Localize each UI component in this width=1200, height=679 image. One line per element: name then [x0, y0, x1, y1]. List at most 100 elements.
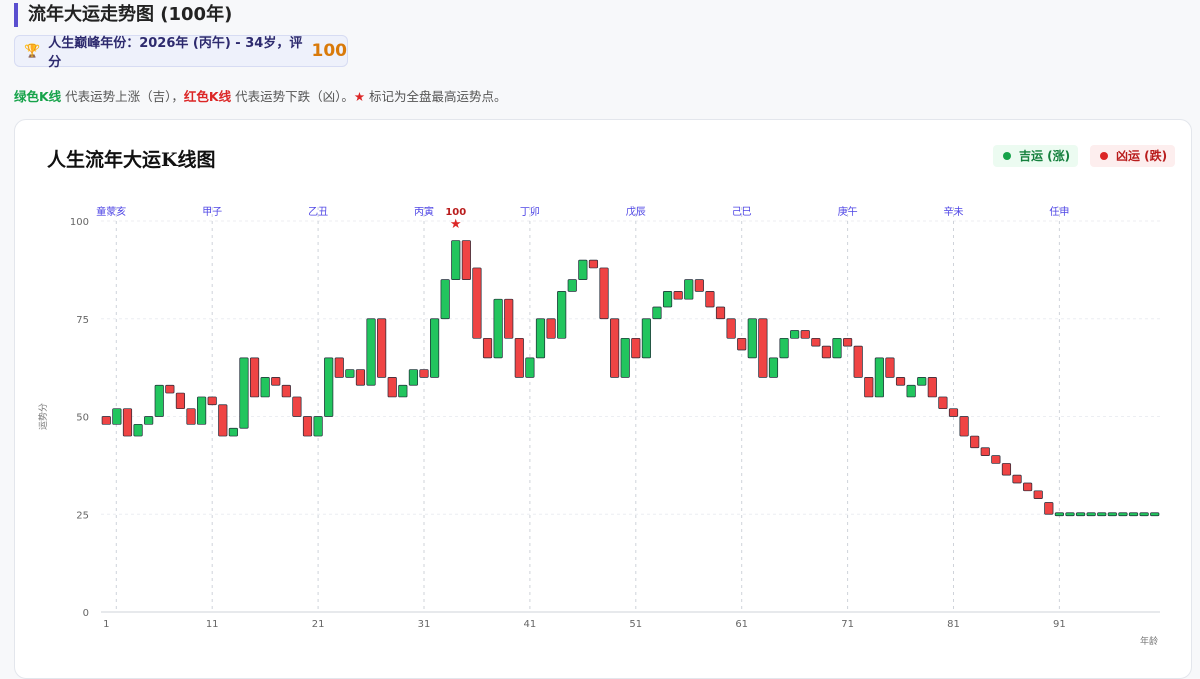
- candle-up: [1097, 512, 1107, 517]
- x-tick-label: 21: [312, 619, 325, 630]
- candle-down: [715, 306, 726, 320]
- candle-up: [408, 369, 418, 386]
- candle-up: [1065, 512, 1075, 517]
- dayun-label: 辛未: [943, 205, 963, 218]
- candle-down: [673, 291, 683, 300]
- candle-down: [1023, 482, 1033, 492]
- dayun-label: 任申: [1049, 205, 1069, 218]
- candle-down: [705, 291, 715, 308]
- dayun-label: 乙丑: [308, 206, 328, 218]
- candle-down: [461, 240, 471, 281]
- candle-down: [980, 447, 990, 456]
- candle-down: [482, 337, 493, 359]
- candle-down: [292, 396, 302, 417]
- candle-up: [1128, 512, 1139, 517]
- candle-up: [1107, 512, 1117, 517]
- candle-down: [514, 337, 524, 378]
- green-kline-label: 绿色K线: [14, 89, 62, 104]
- candle-up: [578, 259, 588, 281]
- star-icon: ★: [353, 89, 366, 104]
- candle-down: [885, 357, 895, 378]
- candle-up: [228, 427, 238, 437]
- candle-down: [165, 384, 175, 394]
- candle-down: [938, 396, 948, 410]
- candle-down: [927, 377, 937, 398]
- candle-down: [1001, 463, 1012, 476]
- y-tick-label: 75: [76, 315, 89, 326]
- dayun-label: 己巳: [732, 206, 752, 218]
- candle-down: [1044, 502, 1054, 515]
- candle-up: [144, 416, 154, 425]
- candle-up: [429, 318, 440, 378]
- dayun-label: 丁卯: [520, 206, 540, 218]
- dayun-label: 甲子: [202, 206, 222, 218]
- x-tick-label: 71: [841, 619, 854, 630]
- x-tick-label: 61: [735, 619, 748, 630]
- candle-up: [652, 306, 662, 320]
- candle-down: [599, 267, 609, 320]
- candle-down: [334, 357, 344, 378]
- candle-down: [948, 408, 959, 417]
- candle-up: [557, 291, 567, 339]
- candle-down: [101, 416, 111, 425]
- candle-down: [843, 337, 853, 347]
- dayun-label: 戊辰: [626, 206, 646, 218]
- candle-up: [535, 318, 546, 359]
- candle-down: [472, 267, 482, 339]
- candle-up: [197, 396, 207, 425]
- candle-up: [790, 330, 800, 339]
- star-text: 标记为全盘最高运势点。: [365, 89, 507, 104]
- x-tick-label: 11: [206, 619, 219, 630]
- candle-up: [1075, 512, 1086, 517]
- candle-up: [906, 384, 916, 398]
- peak-year-text: 人生巅峰年份：2026年 (丙午) - 34岁，评分: [48, 36, 303, 70]
- x-tick-label: 91: [1053, 619, 1066, 630]
- candle-down: [504, 298, 514, 339]
- candle-down: [1033, 490, 1043, 499]
- candle-up: [620, 337, 630, 378]
- candle-up: [567, 279, 577, 292]
- candle-up: [641, 318, 651, 359]
- candle-down: [122, 408, 133, 437]
- candle-up: [1118, 512, 1128, 517]
- candle-up: [525, 357, 535, 378]
- candle-up: [451, 240, 461, 281]
- candle-up: [112, 408, 122, 425]
- dayun-label: 童蒙亥: [96, 205, 126, 218]
- candle-down: [610, 318, 620, 378]
- candle-up: [239, 357, 249, 429]
- candle-down: [175, 392, 186, 410]
- candle-up: [313, 416, 323, 437]
- peak-star-icon: ★: [450, 217, 462, 232]
- chart-card: 人生流年大运K线图 吉运 (涨) 凶运 (跌) 0 25 50 75 100 童蒙亥 甲子乙…: [14, 119, 1192, 679]
- candle-up: [260, 377, 270, 398]
- candle-down: [355, 369, 366, 386]
- candle-down: [737, 337, 747, 351]
- candle-up: [366, 318, 376, 386]
- candle-down: [895, 377, 906, 386]
- candle-down: [959, 416, 969, 437]
- candle-down: [800, 330, 810, 339]
- candle-down: [249, 357, 260, 398]
- candle-down: [864, 377, 874, 398]
- page-title: 流年大运走势图 (100年): [14, 3, 232, 27]
- candle-up: [324, 357, 334, 417]
- candle-up: [345, 369, 355, 378]
- red-kline-text: 代表运势下跌（凶）。: [231, 89, 354, 104]
- y-tick-label: 100: [70, 217, 89, 228]
- candle-down: [588, 259, 599, 269]
- candle-down: [694, 279, 704, 292]
- candle-down: [377, 318, 387, 378]
- dayun-label: 庚午: [838, 205, 858, 218]
- candle-down: [811, 337, 821, 347]
- legend-explanation: 绿色K线 代表运势上涨（吉），红色K线 代表运势下跌（凶）。★ 标记为全盘最高运…: [14, 86, 507, 105]
- peak-score: 100: [311, 41, 348, 61]
- candle-down: [726, 318, 736, 339]
- candle-up: [154, 384, 164, 417]
- candle-up: [493, 298, 503, 359]
- y-tick-label: 0: [83, 608, 89, 619]
- trophy-icon: 🏆: [24, 43, 41, 59]
- x-tick-label: 51: [629, 619, 642, 630]
- candle-down: [419, 369, 429, 378]
- x-tick-label: 1: [103, 619, 109, 630]
